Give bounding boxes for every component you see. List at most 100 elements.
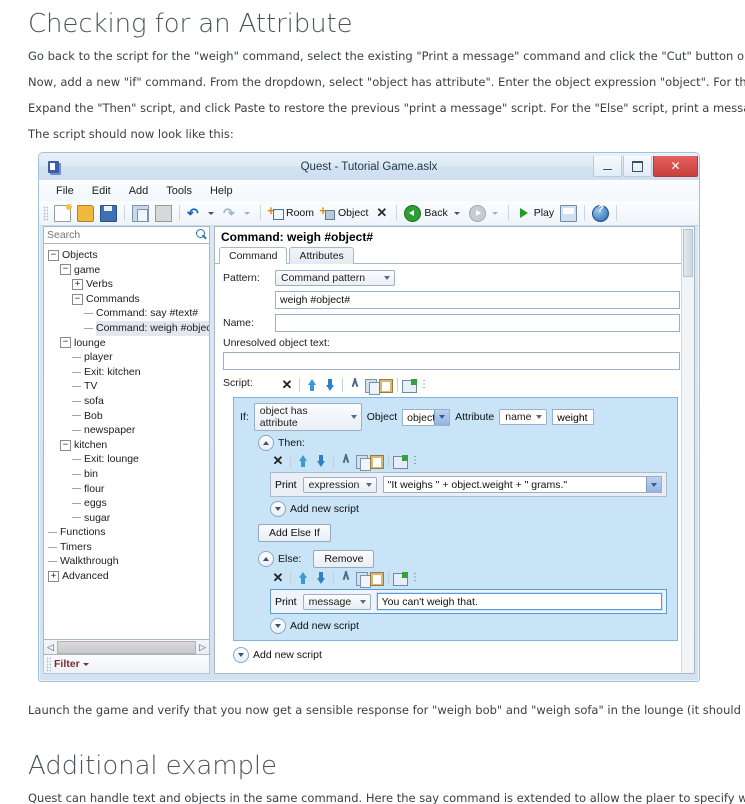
menu-item-file[interactable]: File xyxy=(47,183,83,199)
delete-icon[interactable]: ✕ xyxy=(270,570,286,586)
insert-script-icon[interactable] xyxy=(393,573,408,586)
else-print-message-field[interactable]: You can't weigh that. xyxy=(377,593,662,610)
paste-icon[interactable] xyxy=(370,572,384,586)
collapse-node-icon[interactable]: − xyxy=(48,250,59,261)
pattern-type-select[interactable]: Command pattern xyxy=(275,270,395,286)
collapse-node-icon[interactable]: − xyxy=(60,264,71,275)
undo-button[interactable]: ↶ xyxy=(184,205,220,222)
unresolved-input[interactable] xyxy=(223,352,680,370)
chevron-down-icon[interactable] xyxy=(492,212,498,215)
then-add-new-script[interactable]: Add new script xyxy=(270,501,671,517)
tree-item-eggs[interactable]: eggs xyxy=(48,496,209,511)
tree-item-exit-kitchen[interactable]: Exit: kitchen xyxy=(48,365,209,380)
collapse-node-icon[interactable]: − xyxy=(72,294,83,305)
tree-item-sugar[interactable]: sugar xyxy=(48,511,209,526)
forward-button[interactable] xyxy=(466,204,504,223)
paste-button[interactable] xyxy=(152,204,175,223)
tree-item-advanced[interactable]: +Advanced xyxy=(48,569,209,584)
add-room-button[interactable]: Room xyxy=(265,205,317,222)
move-down-icon[interactable] xyxy=(313,453,329,469)
tree-horizontal-scrollbar[interactable]: ◁ ▷ xyxy=(43,640,210,655)
editor-vertical-scrollbar[interactable] xyxy=(681,227,694,673)
pattern-value-input[interactable] xyxy=(275,291,680,309)
filter-grip[interactable] xyxy=(46,657,51,672)
scroll-left-arrow[interactable]: ◁ xyxy=(44,642,57,653)
scrollbar-thumb[interactable] xyxy=(683,229,693,277)
delete-button[interactable]: ✕ xyxy=(371,205,392,222)
paste-icon[interactable] xyxy=(370,455,384,469)
log-window-button[interactable] xyxy=(557,204,580,223)
cut-icon[interactable] xyxy=(347,377,363,393)
cut-icon[interactable] xyxy=(338,453,354,469)
overflow-icon[interactable]: ⋮ xyxy=(410,570,420,586)
add-object-button[interactable]: Object xyxy=(317,205,371,222)
move-up-icon[interactable] xyxy=(295,570,311,586)
chevron-down-icon[interactable] xyxy=(454,212,460,215)
tree-item-game[interactable]: −game xyxy=(48,263,209,278)
tree-item-bin[interactable]: bin xyxy=(48,467,209,482)
tree-item-bob[interactable]: Bob xyxy=(48,409,209,424)
tree-item-timers[interactable]: Timers xyxy=(48,540,209,555)
then-print-type-select[interactable]: expression xyxy=(303,477,377,493)
tree-item-objects[interactable]: −Objects xyxy=(48,248,209,263)
expression-dropdown-button[interactable] xyxy=(646,477,661,492)
collapse-then-button[interactable] xyxy=(258,435,274,451)
filter-label[interactable]: Filter xyxy=(54,658,80,670)
menu-item-help[interactable]: Help xyxy=(201,183,242,199)
insert-script-icon[interactable] xyxy=(402,380,417,393)
tree-item-verbs[interactable]: +Verbs xyxy=(48,277,209,292)
collapse-node-icon[interactable]: − xyxy=(60,337,71,348)
tree-item-functions[interactable]: Functions xyxy=(48,525,209,540)
tree-item-walkthrough[interactable]: Walkthrough xyxy=(48,554,209,569)
else-print-type-select[interactable]: message xyxy=(303,594,371,610)
delete-icon[interactable]: ✕ xyxy=(279,377,295,393)
toolbar-grip[interactable] xyxy=(43,206,48,221)
expression-dropdown-button[interactable] xyxy=(434,410,449,425)
move-down-icon[interactable] xyxy=(313,570,329,586)
collapse-node-icon[interactable]: − xyxy=(60,440,71,451)
tree-item-lounge[interactable]: −lounge xyxy=(48,336,209,351)
play-button[interactable]: Play xyxy=(513,205,557,222)
close-button[interactable]: ✕ xyxy=(653,156,698,177)
scroll-right-arrow[interactable]: ▷ xyxy=(196,642,209,653)
outer-add-new-script[interactable]: Add new script xyxy=(233,647,680,663)
chevron-down-icon[interactable] xyxy=(208,212,214,215)
remove-else-button[interactable]: Remove xyxy=(313,550,374,568)
object-tree[interactable]: −Objects−game+Verbs−CommandsCommand: say… xyxy=(43,244,210,640)
attribute-name-input[interactable]: weight xyxy=(552,409,594,425)
new-game-button[interactable] xyxy=(51,204,74,223)
back-button[interactable]: Back xyxy=(401,204,465,223)
tree-item-sofa[interactable]: sofa xyxy=(48,394,209,409)
overflow-icon[interactable]: ⋮ xyxy=(419,377,429,393)
copy-icon[interactable] xyxy=(356,572,368,586)
tab-attributes[interactable]: Attributes xyxy=(289,247,353,264)
search-icon[interactable] xyxy=(193,227,209,243)
copy-icon[interactable] xyxy=(365,379,377,393)
minimize-button[interactable] xyxy=(593,156,622,177)
else-add-new-script[interactable]: Add new script xyxy=(270,618,671,634)
menu-item-tools[interactable]: Tools xyxy=(157,183,201,199)
chevron-down-icon[interactable] xyxy=(244,212,250,215)
collapse-else-button[interactable] xyxy=(258,551,274,567)
object-expression-field[interactable]: object xyxy=(402,409,450,426)
tree-item-command-say-text[interactable]: Command: say #text# xyxy=(48,306,209,321)
expand-node-icon[interactable]: + xyxy=(72,279,83,290)
cut-icon[interactable] xyxy=(338,570,354,586)
tree-item-flour[interactable]: flour xyxy=(48,482,209,497)
tree-item-kitchen[interactable]: −kitchen xyxy=(48,438,209,453)
overflow-icon[interactable]: ⋮ xyxy=(410,453,420,469)
tree-item-exit-lounge[interactable]: Exit: lounge xyxy=(48,452,209,467)
copy-button[interactable] xyxy=(129,204,152,223)
move-up-icon[interactable] xyxy=(295,453,311,469)
scrollbar-thumb[interactable] xyxy=(57,641,196,654)
then-print-expression-field[interactable]: "It weighs " + object.weight + " grams." xyxy=(383,476,662,493)
tab-command[interactable]: Command xyxy=(219,247,287,264)
add-else-if-button[interactable]: Add Else If xyxy=(258,524,331,542)
redo-button[interactable]: ↷ xyxy=(220,205,256,222)
delete-icon[interactable]: ✕ xyxy=(270,453,286,469)
copy-icon[interactable] xyxy=(356,455,368,469)
menu-item-edit[interactable]: Edit xyxy=(83,183,120,199)
search-input[interactable] xyxy=(44,228,193,242)
tree-item-commands[interactable]: −Commands xyxy=(48,292,209,307)
help-button[interactable] xyxy=(589,204,612,223)
